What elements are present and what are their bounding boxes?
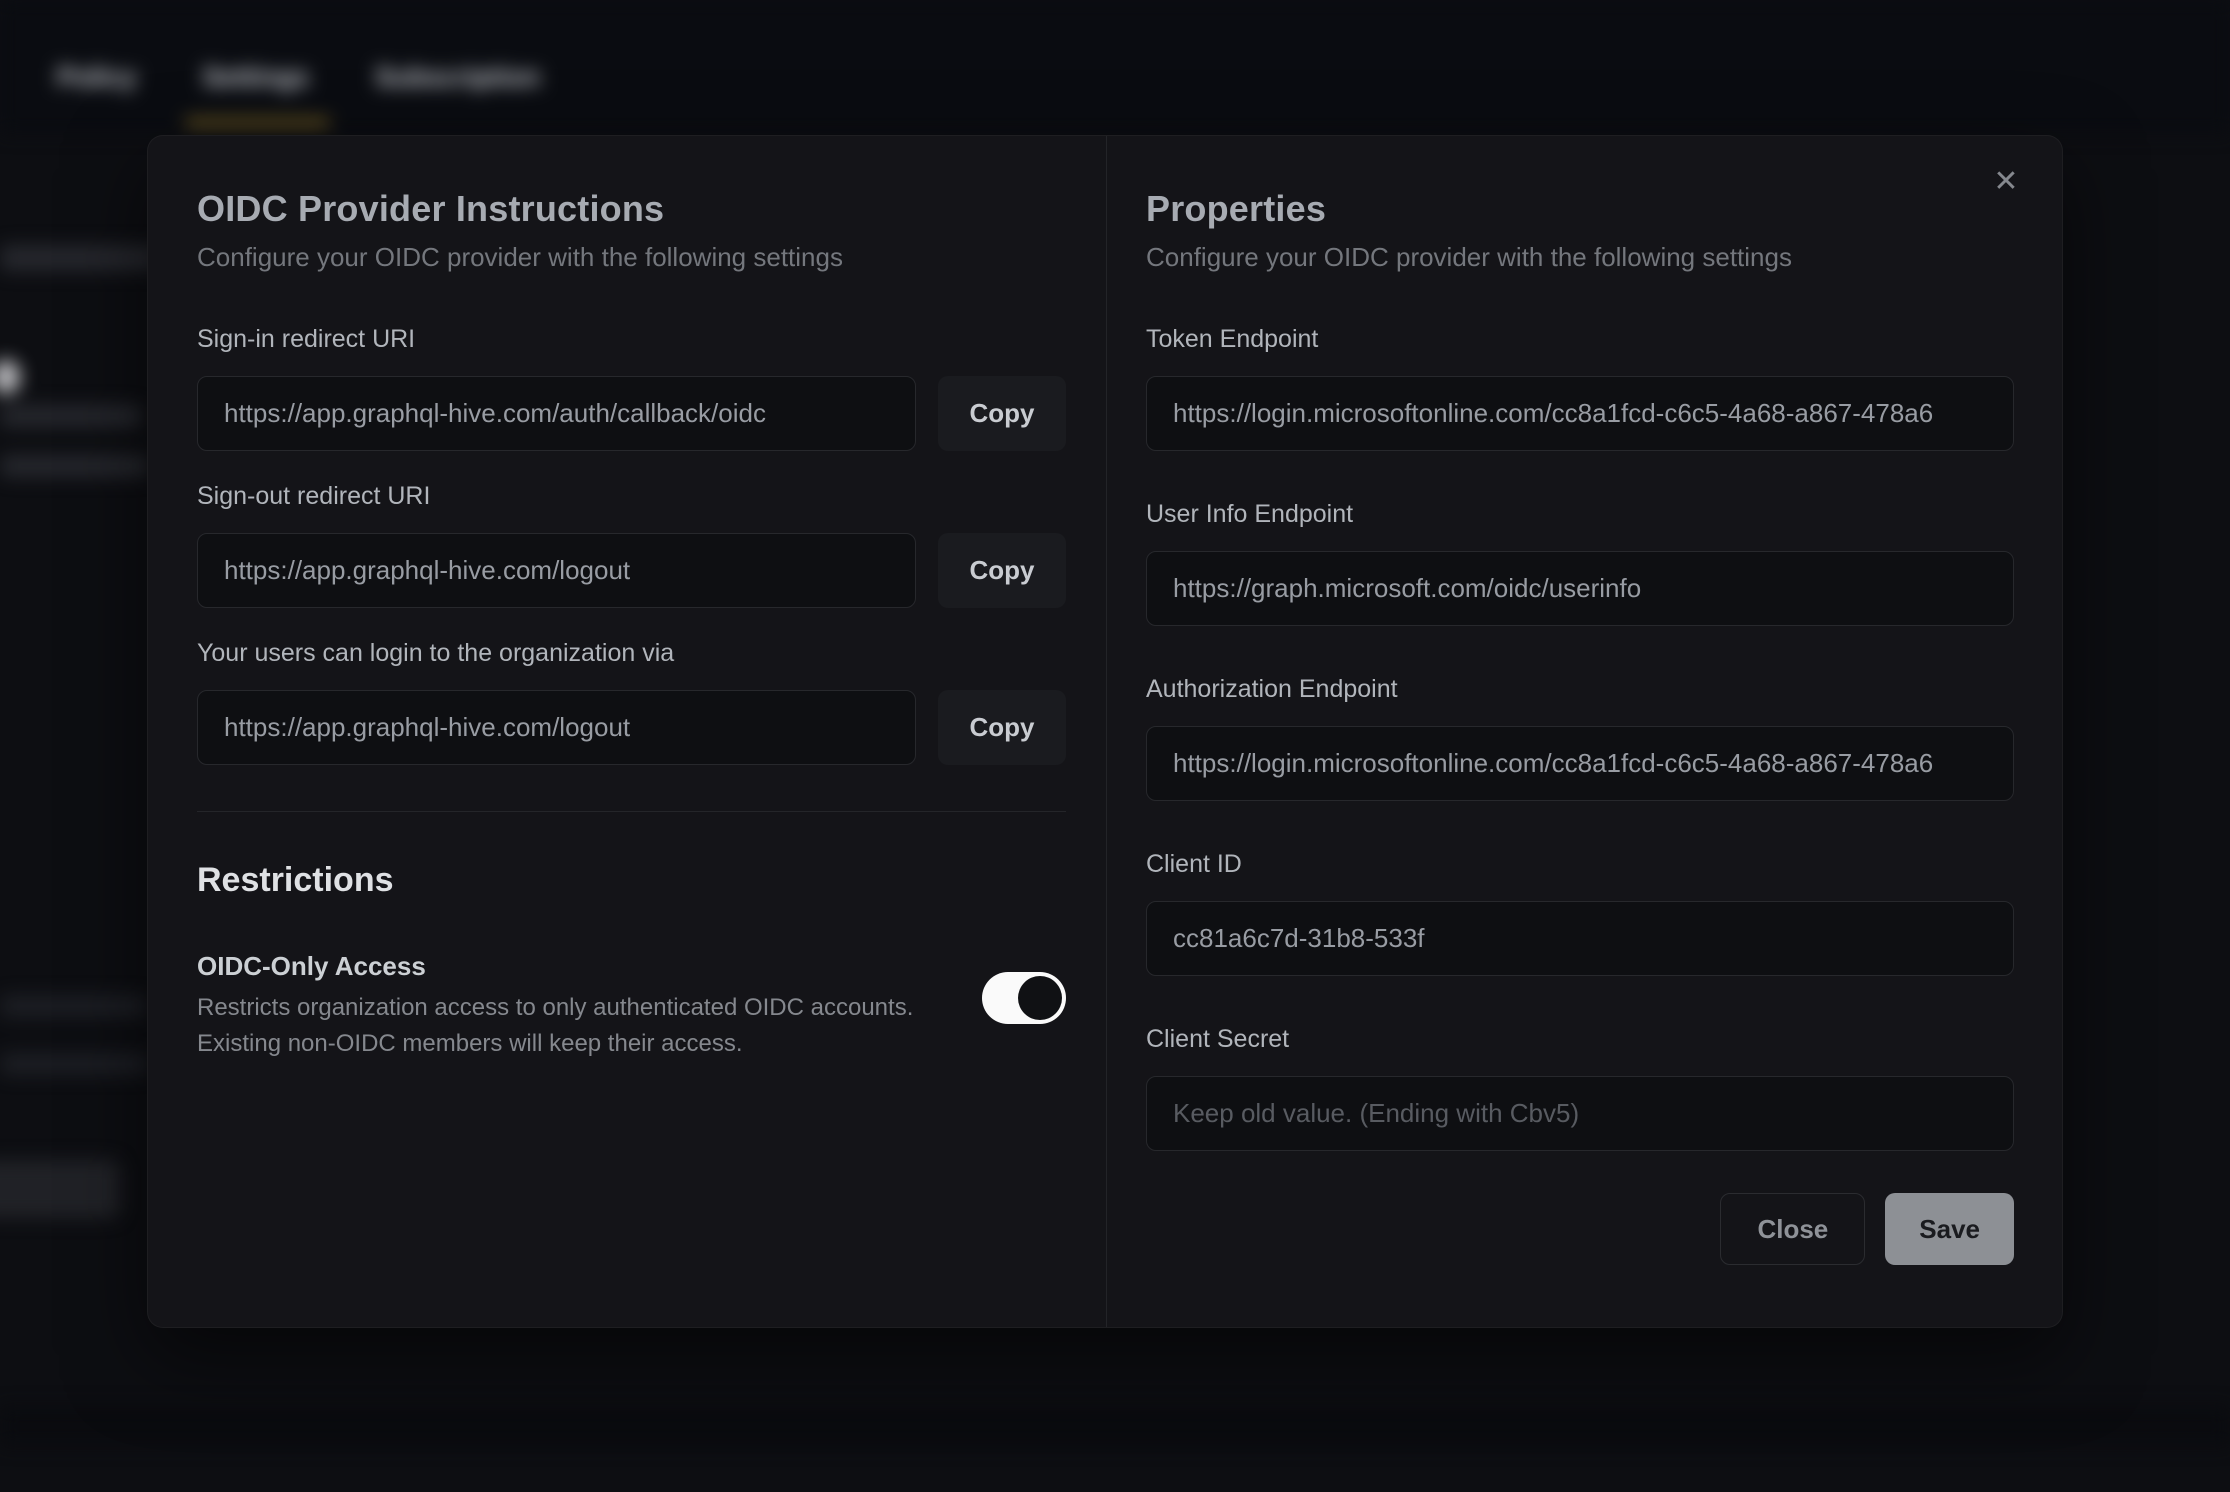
client-secret-label: Client Secret bbox=[1146, 1024, 2014, 1054]
oidc-settings-dialog: OIDC Provider Instructions Configure you… bbox=[147, 135, 2063, 1328]
userinfo-endpoint-label: User Info Endpoint bbox=[1146, 499, 2014, 529]
description-line-2: Existing non-OIDC members will keep thei… bbox=[197, 1030, 743, 1057]
description-line-1: Restricts organization access to only au… bbox=[197, 994, 913, 1021]
toggle-thumb bbox=[1018, 976, 1062, 1020]
userinfo-endpoint-input[interactable] bbox=[1146, 551, 2014, 626]
userinfo-endpoint-field-group: User Info Endpoint bbox=[1146, 499, 2014, 626]
blurred-button bbox=[0, 1160, 120, 1218]
oidc-instructions-panel: OIDC Provider Instructions Configure you… bbox=[148, 136, 1107, 1327]
token-endpoint-field-group: Token Endpoint bbox=[1146, 324, 2014, 451]
token-endpoint-label: Token Endpoint bbox=[1146, 324, 2014, 354]
oidc-only-access-row: OIDC-Only Access Restricts organization … bbox=[197, 950, 1066, 1062]
restrictions-divider bbox=[197, 811, 1066, 812]
properties-title: Properties bbox=[1146, 188, 2014, 230]
active-tab-underline bbox=[185, 119, 330, 126]
dialog-actions: Close Save bbox=[1146, 1193, 2014, 1265]
blurred-text-bar bbox=[0, 405, 142, 427]
client-id-field-group: Client ID bbox=[1146, 849, 2014, 976]
tab-bar: Policy Settings Subscription bbox=[57, 62, 540, 93]
client-id-input[interactable] bbox=[1146, 901, 2014, 976]
signin-redirect-input[interactable] bbox=[197, 376, 916, 451]
properties-panel: ✕ Properties Configure your OIDC provide… bbox=[1107, 136, 2062, 1327]
authorization-endpoint-input[interactable] bbox=[1146, 726, 2014, 801]
background-band bbox=[0, 1407, 2230, 1445]
signin-redirect-label: Sign-in redirect URI bbox=[197, 324, 1066, 354]
login-url-field-group: Your users can login to the organization… bbox=[197, 638, 1066, 765]
signout-redirect-input[interactable] bbox=[197, 533, 916, 608]
instructions-title: OIDC Provider Instructions bbox=[197, 188, 1066, 230]
client-id-label: Client ID bbox=[1146, 849, 2014, 879]
tab-settings[interactable]: Settings bbox=[203, 62, 310, 93]
tab-policy[interactable]: Policy bbox=[57, 62, 137, 93]
copy-signout-redirect-button[interactable]: Copy bbox=[938, 533, 1066, 608]
authorization-endpoint-field-group: Authorization Endpoint bbox=[1146, 674, 2014, 801]
save-button[interactable]: Save bbox=[1885, 1193, 2014, 1265]
signout-redirect-label: Sign-out redirect URI bbox=[197, 481, 1066, 511]
copy-login-url-button[interactable]: Copy bbox=[938, 690, 1066, 765]
signin-redirect-field-group: Sign-in redirect URI Copy bbox=[197, 324, 1066, 451]
client-secret-field-group: Client Secret bbox=[1146, 1024, 2014, 1151]
client-secret-input[interactable] bbox=[1146, 1076, 2014, 1151]
blurred-dot bbox=[0, 360, 20, 394]
copy-signin-redirect-button[interactable]: Copy bbox=[938, 376, 1066, 451]
instructions-subtitle: Configure your OIDC provider with the fo… bbox=[197, 242, 1066, 272]
signout-redirect-field-group: Sign-out redirect URI Copy bbox=[197, 481, 1066, 608]
blurred-text-bar bbox=[0, 245, 160, 271]
close-button[interactable]: Close bbox=[1720, 1193, 1865, 1265]
authorization-endpoint-label: Authorization Endpoint bbox=[1146, 674, 2014, 704]
oidc-only-access-description: Restricts organization access to only au… bbox=[197, 990, 952, 1062]
oidc-only-access-label: OIDC-Only Access bbox=[197, 950, 952, 982]
login-url-input[interactable] bbox=[197, 690, 916, 765]
blurred-text-bar bbox=[0, 1053, 150, 1075]
close-icon[interactable]: ✕ bbox=[1986, 162, 2026, 202]
oidc-only-access-toggle[interactable] bbox=[982, 972, 1066, 1024]
blurred-text-bar bbox=[0, 995, 148, 1017]
properties-subtitle: Configure your OIDC provider with the fo… bbox=[1146, 242, 2014, 272]
token-endpoint-input[interactable] bbox=[1146, 376, 2014, 451]
login-url-label: Your users can login to the organization… bbox=[197, 638, 1066, 668]
restrictions-title: Restrictions bbox=[197, 860, 1066, 900]
tab-subscription[interactable]: Subscription bbox=[375, 62, 540, 93]
blurred-text-bar bbox=[0, 455, 150, 477]
